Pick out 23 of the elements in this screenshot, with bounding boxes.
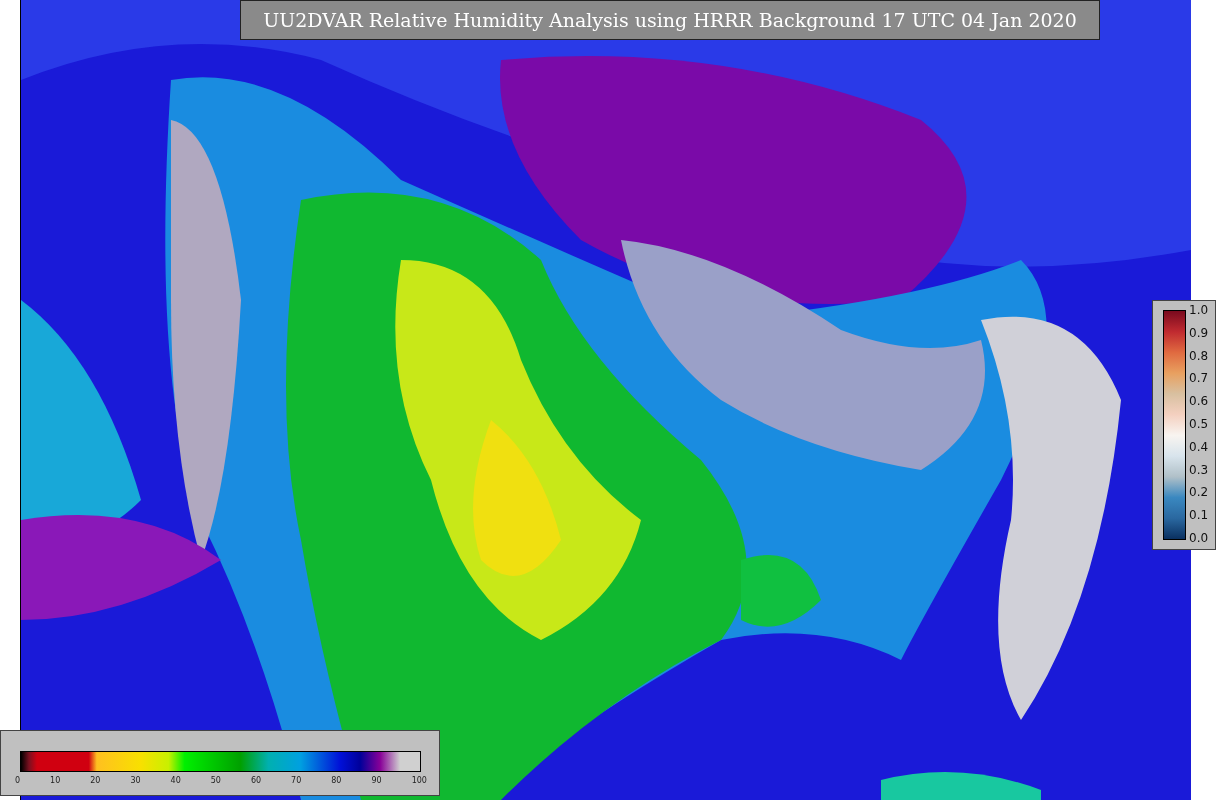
scale-tick-label: 0.1 [1189,509,1209,522]
scale-tick-label: 0.6 [1189,395,1209,408]
scale-tick-label: 60 [250,776,262,785]
scale-tick-label: 40 [170,776,181,785]
scale-tick-label: 0.9 [1189,326,1209,339]
scale-tick-label: 10 [50,776,61,785]
scale-tick-label: 0.4 [1189,440,1209,453]
scale-tick-label: 0.0 [1189,531,1209,544]
scale-tick-label: 80 [331,776,342,785]
scale-tick-label: 0.8 [1189,349,1209,362]
scale-tick-label: 0.2 [1189,486,1209,499]
scale-tick-label: 0 [15,776,21,785]
scale-tick-label: 30 [130,776,141,785]
scale-tick-label: 0.7 [1189,372,1209,385]
scale-tick-label: 20 [90,776,101,785]
scale-tick-label: 50 [210,776,221,785]
scale-tick-label: 0.3 [1189,463,1209,476]
scale-tick-label: 70 [291,776,302,785]
scale-tick-label: 100 [411,776,427,785]
scale-tick-label: 0.5 [1189,418,1209,430]
map-title: UU2DVAR Relative Humidity Analysis using HRRR Background 17 UTC 04 Jan 2020 [240,0,1100,40]
scale-tick-label: 90 [371,776,382,785]
scale-tick-label: 1.0 [1189,304,1209,316]
